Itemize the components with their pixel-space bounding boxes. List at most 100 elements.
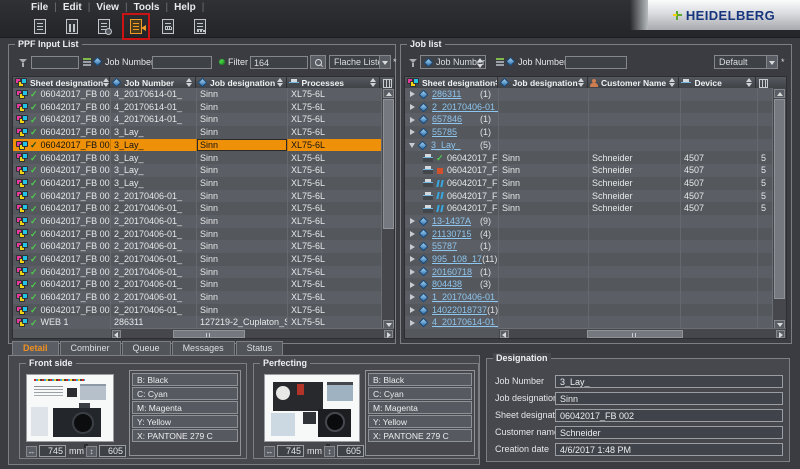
sheet-width-input[interactable] xyxy=(39,445,66,457)
menu-item-help[interactable]: Help xyxy=(168,2,202,13)
scrollbar-thumb[interactable] xyxy=(173,330,245,338)
job-sheet-row[interactable]: 06042017_FB 003SinnSchneider45075 xyxy=(405,177,773,190)
job-number-link[interactable]: 55787 xyxy=(432,240,457,253)
color-item-b-black[interactable]: B: Black xyxy=(132,373,238,386)
view-dropdown[interactable]: Flache Liste xyxy=(329,55,391,69)
filter-input[interactable] xyxy=(250,56,308,69)
color-item-c-cyan[interactable]: C: Cyan xyxy=(368,387,472,400)
expand-arrow-icon[interactable] xyxy=(410,91,415,97)
ppf-table-row[interactable]: ✓06042017_FB 0022_20170406-01_SinnXL75-6… xyxy=(13,266,382,279)
horizontal-scrollbar[interactable] xyxy=(499,328,786,338)
job-group-row[interactable]: 286311(1) xyxy=(405,88,773,101)
color-item-x-pantone-279-c[interactable]: X: PANTONE 279 C xyxy=(132,429,238,442)
sheet-height-input[interactable] xyxy=(337,445,364,457)
expand-arrow-icon[interactable] xyxy=(410,307,415,313)
job-number-link[interactable]: 286311 xyxy=(432,88,461,101)
expand-arrow-icon[interactable] xyxy=(410,129,415,135)
sort-field-dropdown[interactable]: Job Number xyxy=(420,55,486,69)
import-ppf-button[interactable] xyxy=(124,15,148,38)
expand-arrow-icon[interactable] xyxy=(410,104,415,110)
quick-filter-input[interactable] xyxy=(31,56,79,69)
job-number-link[interactable]: 2_20170406-01_ xyxy=(432,101,499,114)
ppf-table-row[interactable]: ✓06042017_FB 0033_Lay_SinnXL75-6L xyxy=(13,151,382,164)
job-sheet-row[interactable]: 06042017_FB 005SinnSchneider45075 xyxy=(405,202,773,215)
scrollbar-thumb[interactable] xyxy=(383,99,394,229)
ppf-table-row[interactable]: ✓06042017_FB 0032_20170406-01_SinnXL75-6… xyxy=(13,215,382,228)
field-creation-date-input[interactable] xyxy=(555,443,783,456)
menu-item-tools[interactable]: Tools xyxy=(128,2,166,13)
job-number-link[interactable]: 995_108_17 xyxy=(432,253,482,266)
ppf-table-row[interactable]: ✓06042017_FB 0044_20170614-01_SinnXL75-6… xyxy=(13,101,382,114)
column-header-sheet-designation[interactable]: Sheet designation xyxy=(13,77,110,88)
color-item-m-magenta[interactable]: M: Magenta xyxy=(368,401,472,414)
job-group-row[interactable]: 1_20170406-01_(4) xyxy=(405,291,773,304)
field-sheet-designation-input[interactable] xyxy=(555,409,783,422)
job-sheet-row[interactable]: 06042017_FB 004SinnSchneider45075 xyxy=(405,190,773,203)
view-dropdown[interactable]: Default xyxy=(714,55,778,69)
expand-arrow-icon[interactable] xyxy=(410,294,415,300)
document-list-button[interactable] xyxy=(188,15,212,38)
ppf-table-row[interactable]: ✓06042017_FB 0043_Lay_SinnXL75-6L xyxy=(13,164,382,177)
expand-arrow-icon[interactable] xyxy=(410,231,415,237)
filter-search-button[interactable] xyxy=(310,55,326,69)
collapse-arrow-icon[interactable] xyxy=(409,143,415,148)
ppf-table-row[interactable]: ✓06042017_FB 0052_20170406-01_SinnXL75-6… xyxy=(13,304,382,317)
column-header-processes[interactable]: Processes xyxy=(287,77,380,88)
job-number-link[interactable]: 657846 xyxy=(432,113,462,126)
tab-queue[interactable]: Queue xyxy=(122,341,171,355)
job-group-row[interactable]: 14022018737(1) xyxy=(405,304,773,317)
job-number-link[interactable]: 55785 xyxy=(432,126,457,139)
job-sheet-row[interactable]: 06042017_FB 001SinnSchneider45075 xyxy=(405,151,773,164)
scrollbar-thumb[interactable] xyxy=(774,99,785,299)
ppf-table-row[interactable]: ✓06042017_FB 0042_20170406-01_SinnXL75-6… xyxy=(13,228,382,241)
print-statistics-button[interactable] xyxy=(60,15,84,38)
scroll-left-button[interactable] xyxy=(500,330,509,338)
open-document-button[interactable] xyxy=(28,15,52,38)
sheet-width-input[interactable] xyxy=(277,445,304,457)
column-header-customer-name[interactable]: Customer Name xyxy=(588,77,679,88)
color-item-y-yellow[interactable]: Y: Yellow xyxy=(132,415,238,428)
ppf-table-row[interactable]: ✓06042017_FB 0013_Lay_SinnXL75-6L xyxy=(13,126,382,139)
job-number-link[interactable]: 13-1437A xyxy=(432,215,471,228)
job-group-row[interactable]: 55785(1) xyxy=(405,126,773,139)
sheet-height-input[interactable] xyxy=(99,445,126,457)
color-item-x-pantone-279-c[interactable]: X: PANTONE 279 C xyxy=(368,429,472,442)
tab-combiner[interactable]: Combiner xyxy=(60,341,121,355)
job-number-link[interactable]: 20160718 xyxy=(432,266,472,279)
ppf-table-row[interactable]: ✓06042017_FB 0012_20170406-01_SinnXL75-6… xyxy=(13,253,382,266)
tab-detail[interactable]: Detail xyxy=(12,341,59,355)
menu-item-file[interactable]: File xyxy=(25,2,54,13)
ppf-table-row[interactable]: ✓06042017_FB 0034_20170614-01_SinnXL75-6… xyxy=(13,88,382,101)
column-header-job-number[interactable]: Job Number xyxy=(110,77,196,88)
ppf-table-row[interactable]: ✓06042017_FB 0023_Lay_SinnXL75-6L xyxy=(13,139,382,152)
menu-item-view[interactable]: View xyxy=(90,2,125,13)
scroll-right-button[interactable] xyxy=(776,330,785,338)
ppf-table-row[interactable]: ✓06042017_FB 0053_Lay_SinnXL75-6L xyxy=(13,177,382,190)
job-number-input[interactable] xyxy=(565,56,627,69)
field-job-designation-input[interactable] xyxy=(555,392,783,405)
job-group-row[interactable]: 13-1437A(9) xyxy=(405,215,773,228)
menu-item-edit[interactable]: Edit xyxy=(57,2,88,13)
ppf-table-row[interactable]: ✓06042017_FB 0042_20170406-01_SinnXL75-6… xyxy=(13,291,382,304)
job-group-row[interactable]: 3_Lay_(5) xyxy=(405,139,773,152)
job-group-row[interactable]: 55787(1) xyxy=(405,240,773,253)
color-item-m-magenta[interactable]: M: Magenta xyxy=(132,401,238,414)
job-group-row[interactable]: 2_20170406-01_(5) xyxy=(405,101,773,114)
field-job-number-input[interactable] xyxy=(555,375,783,388)
scroll-right-button[interactable] xyxy=(384,330,393,338)
color-item-b-black[interactable]: B: Black xyxy=(368,373,472,386)
job-group-row[interactable]: 995_108_17(11) xyxy=(405,253,773,266)
document-report-button[interactable] xyxy=(156,15,180,38)
column-chooser-button[interactable] xyxy=(756,77,786,88)
scrollbar-thumb[interactable] xyxy=(587,330,683,338)
job-number-link[interactable]: 4_20170614-01_ xyxy=(432,316,499,329)
job-group-row[interactable]: 21130715(4) xyxy=(405,228,773,241)
job-group-row[interactable]: 804438(3) xyxy=(405,278,773,291)
job-number-link[interactable]: 804438 xyxy=(432,278,462,291)
job-number-link[interactable]: 1_20170406-01_ xyxy=(432,291,499,304)
column-header-sheet-designation[interactable]: Sheet designation xyxy=(405,77,498,88)
tab-status[interactable]: Status xyxy=(236,341,284,355)
horizontal-scrollbar[interactable] xyxy=(111,328,394,338)
expand-arrow-icon[interactable] xyxy=(410,282,415,288)
job-sheet-row[interactable]: 06042017_FB 002SinnSchneider45075 xyxy=(405,164,773,177)
